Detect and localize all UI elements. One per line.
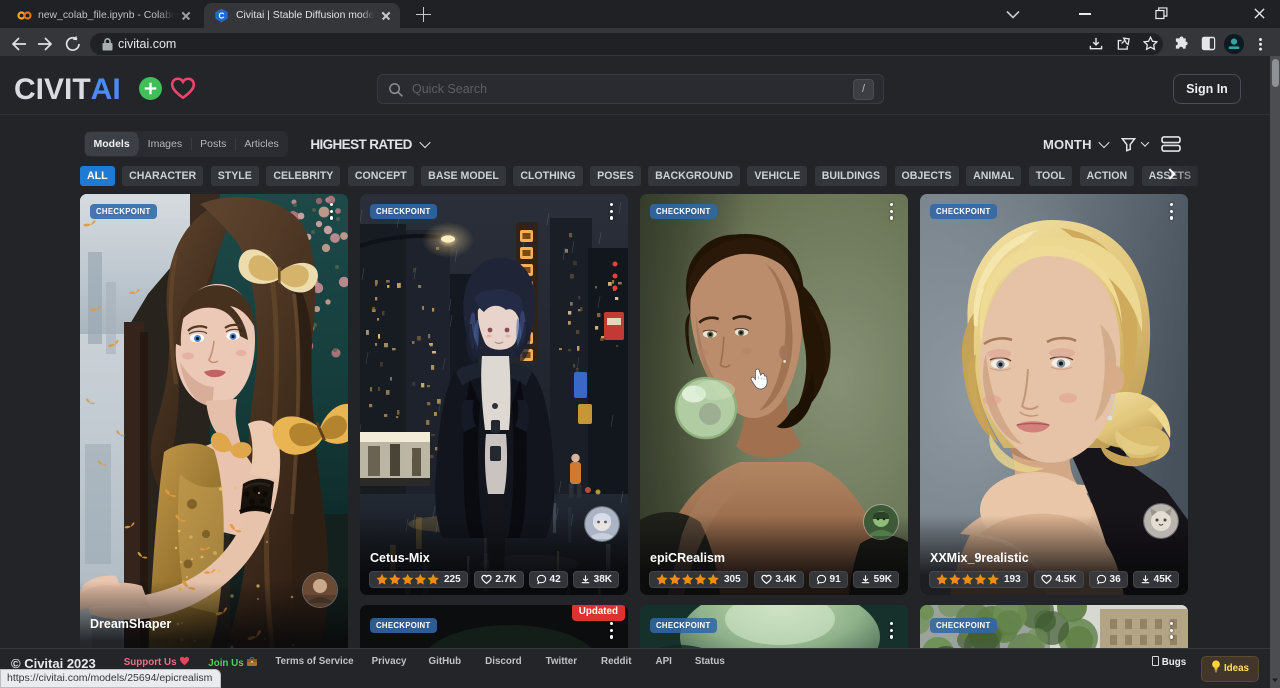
svg-text:C: C	[219, 11, 225, 20]
